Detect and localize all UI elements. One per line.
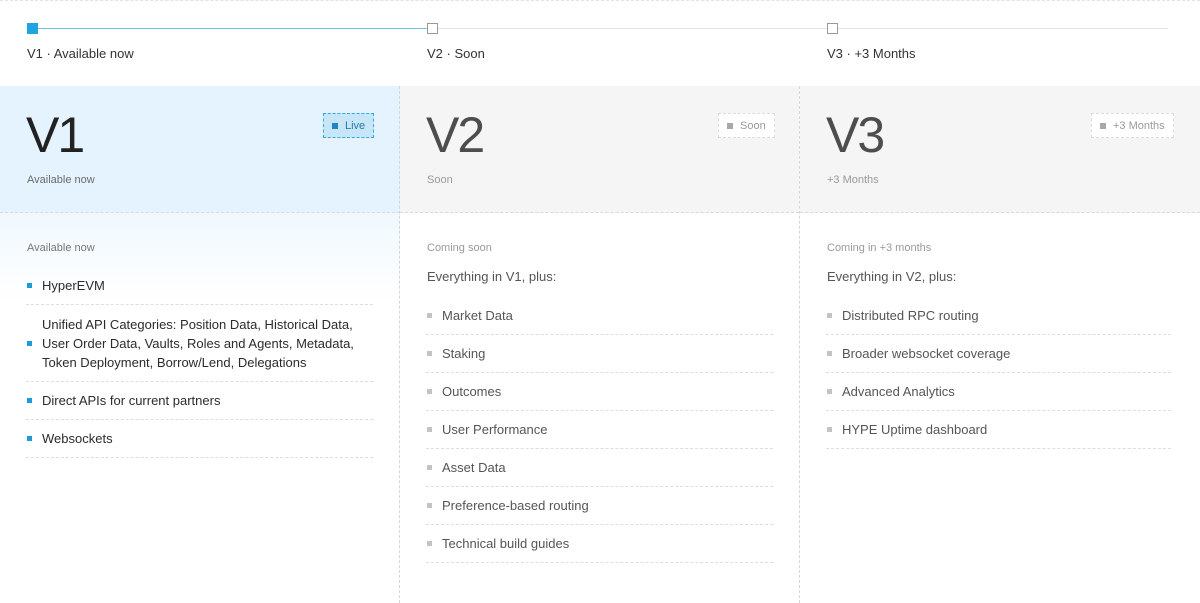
timeline-label-v1[interactable]: V1 · Available now	[27, 46, 134, 61]
bullet-square-icon	[427, 351, 432, 356]
bullet-square-icon	[427, 465, 432, 470]
bullet-square-icon	[827, 427, 832, 432]
section-label: Coming soon	[427, 242, 492, 254]
bullet-square-icon	[427, 541, 432, 546]
badge-square-icon	[332, 122, 338, 129]
version-header: V2 Soon Soon	[400, 86, 799, 213]
bullet-square-icon	[27, 340, 32, 346]
bullet-square-icon	[27, 436, 32, 441]
bullet-square-icon	[827, 351, 832, 356]
list-item-label: Preference-based routing	[442, 498, 589, 513]
timeline-node-v1[interactable]	[27, 23, 38, 34]
bullet-square-icon	[27, 283, 32, 288]
list-item-label: Outcomes	[442, 384, 502, 399]
list-item: Preference-based routing	[426, 487, 773, 525]
version-status: Soon	[427, 174, 453, 186]
list-item-label: Websockets	[42, 431, 113, 446]
bullet-square-icon	[427, 427, 432, 432]
list-item-label: User Performance	[442, 422, 548, 437]
list-item: Asset Data	[426, 449, 773, 487]
version-status: +3 Months	[827, 174, 879, 186]
timeline-track-segment	[432, 28, 832, 29]
list-item-label: Distributed RPC routing	[842, 308, 979, 323]
bullet-square-icon	[427, 313, 432, 318]
list-item-label: Staking	[442, 346, 486, 361]
badge-label: Soon	[740, 119, 766, 132]
timeline-track-segment	[832, 28, 1168, 29]
timeline-progress-line	[33, 28, 432, 29]
bullet-square-icon	[27, 398, 32, 403]
list-item: Direct APIs for current partners	[26, 382, 373, 420]
timeline-label-v2[interactable]: V2 · Soon	[427, 46, 485, 61]
version-title: V3	[826, 107, 885, 163]
badge-label: +3 Months	[1113, 119, 1165, 132]
list-item: Market Data	[426, 297, 773, 335]
version-column-v3: V3 +3 Months +3 Months Coming in +3 mont…	[799, 86, 1200, 603]
list-item-label: Unified API Categories: Position Data, H…	[42, 316, 354, 370]
section-label: Available now	[27, 242, 95, 254]
version-body: Coming in +3 months Everything in V2, pl…	[800, 213, 1200, 603]
list-item-label: HyperEVM	[42, 278, 105, 293]
section-intro: Everything in V1, plus:	[427, 269, 557, 284]
version-header: V1 Available now Live	[0, 86, 400, 213]
list-item-label: Broader websocket coverage	[842, 346, 1011, 361]
list-item-label: Asset Data	[442, 460, 506, 475]
list-item: User Performance	[426, 411, 773, 449]
version-column-v1: V1 Available now Live Available now Hype…	[0, 86, 400, 603]
badge-label: Live	[345, 119, 366, 132]
list-item: Technical build guides	[426, 525, 773, 563]
status-badge: +3 Months	[1091, 113, 1174, 138]
roadmap-timeline: V1 · Available now V2 · Soon V3 · +3 Mon…	[0, 0, 1200, 86]
badge-square-icon	[1100, 122, 1106, 129]
list-item-label: HYPE Uptime dashboard	[842, 422, 988, 437]
timeline-label-v3[interactable]: V3 · +3 Months	[827, 46, 916, 61]
bullet-square-icon	[427, 503, 432, 508]
timeline-node-v2[interactable]	[427, 23, 438, 34]
list-item-label: Advanced Analytics	[842, 384, 955, 399]
bullet-square-icon	[827, 313, 832, 318]
version-column-v2: V2 Soon Soon Coming soon Everything in V…	[399, 86, 799, 603]
badge-square-icon	[727, 122, 733, 129]
list-item-label: Technical build guides	[442, 536, 570, 551]
feature-list: Market Data Staking Outcomes User Perfor…	[426, 297, 773, 563]
list-item: Distributed RPC routing	[826, 297, 1171, 335]
list-item: Outcomes	[426, 373, 773, 411]
list-item-label: Market Data	[442, 308, 513, 323]
list-item: HyperEVM	[26, 267, 373, 305]
list-item: Advanced Analytics	[826, 373, 1171, 411]
list-item-label: Direct APIs for current partners	[42, 393, 221, 408]
version-body: Coming soon Everything in V1, plus: Mark…	[400, 213, 799, 603]
section-label: Coming in +3 months	[827, 242, 932, 254]
version-title: V1	[26, 107, 85, 163]
version-header: V3 +3 Months +3 Months	[800, 86, 1200, 213]
list-item: HYPE Uptime dashboard	[826, 411, 1171, 449]
status-badge: Live	[323, 113, 375, 138]
version-status: Available now	[27, 174, 95, 186]
feature-list: Distributed RPC routing Broader websocke…	[826, 297, 1171, 449]
version-title: V2	[426, 107, 485, 163]
feature-list: HyperEVM Unified API Categories: Positio…	[26, 267, 373, 458]
section-intro: Everything in V2, plus:	[827, 269, 957, 284]
list-item: Websockets	[26, 420, 373, 458]
bullet-square-icon	[827, 389, 832, 394]
bullet-square-icon	[427, 389, 432, 394]
list-item: Broader websocket coverage	[826, 335, 1171, 373]
timeline-node-v3[interactable]	[827, 23, 838, 34]
version-body: Available now HyperEVM Unified API Categ…	[0, 213, 400, 603]
list-item: Unified API Categories: Position Data, H…	[26, 305, 373, 382]
status-badge: Soon	[718, 113, 775, 138]
list-item: Staking	[426, 335, 773, 373]
